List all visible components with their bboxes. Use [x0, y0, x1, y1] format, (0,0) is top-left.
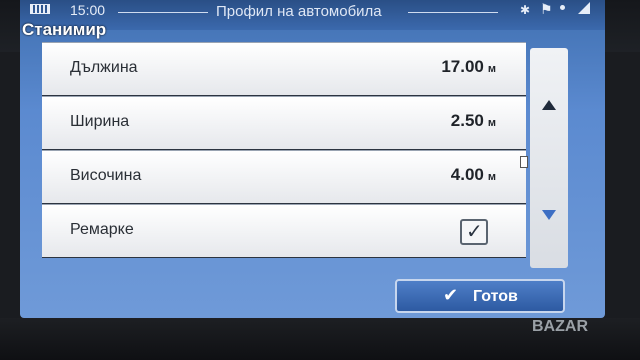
page-title: Профил на автомобила	[216, 3, 382, 20]
title-divider-left	[118, 12, 208, 13]
item-value: 17.00 м	[441, 57, 496, 76]
bluetooth-icon: ✱	[520, 3, 531, 17]
trailer-checkbox[interactable]: ✓	[460, 219, 488, 245]
gps-icon: ⚑	[540, 1, 553, 17]
status-clock: 15:00	[70, 2, 106, 18]
scrollbar[interactable]	[520, 48, 568, 268]
vehicle-profile-list: Дължина 17.00 м Ширина 2.50 м Височина 4.0…	[42, 42, 526, 258]
watermark-logo: BAZAR	[532, 318, 588, 335]
list-item-length[interactable]: Дължина 17.00 м	[42, 42, 526, 96]
list-item-trailer[interactable]: Ремарке ✓	[42, 204, 526, 258]
done-button[interactable]: ✔ Готов	[395, 279, 565, 313]
battery-icon	[30, 4, 50, 14]
status-dot-icon	[560, 5, 565, 10]
done-label: Готов	[473, 288, 518, 305]
arrow-up-icon[interactable]	[542, 100, 556, 110]
title-divider-right	[408, 12, 498, 13]
check-icon: ✓	[466, 221, 483, 243]
item-value: 2.50 м	[450, 111, 496, 130]
item-label: Височина	[70, 167, 142, 184]
arrow-down-icon[interactable]	[542, 210, 556, 220]
item-label: Ширина	[70, 113, 130, 130]
signal-icon	[578, 2, 590, 14]
check-icon: ✔	[443, 285, 459, 305]
user-name: Станимир	[22, 20, 107, 39]
item-label: Дължина	[70, 59, 138, 76]
scroll-thumb[interactable]	[520, 156, 528, 168]
item-value: 4.00 м	[450, 165, 496, 184]
item-label: Ремарке	[70, 221, 134, 238]
list-item-width[interactable]: Ширина 2.50 м	[42, 96, 526, 150]
list-item-height[interactable]: Височина 4.00 м	[42, 150, 526, 204]
